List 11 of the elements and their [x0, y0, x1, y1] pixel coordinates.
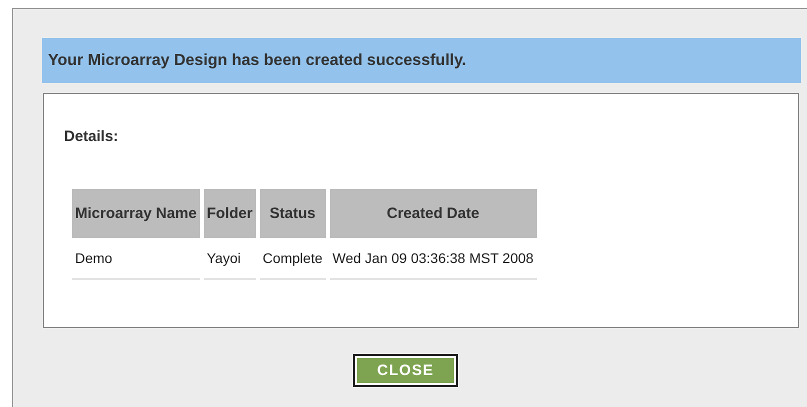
- column-header: Microarray Name: [72, 189, 200, 238]
- column-header: Created Date: [330, 189, 537, 238]
- table-cell: Wed Jan 09 03:36:38 MST 2008: [330, 238, 537, 280]
- details-heading: Details:: [64, 128, 120, 145]
- table-cell: Complete: [260, 238, 326, 280]
- close-button[interactable]: CLOSE: [355, 356, 456, 385]
- table-cell: Demo: [72, 238, 200, 280]
- column-header: Folder: [204, 189, 256, 238]
- column-header: Status: [260, 189, 326, 238]
- success-banner: Your Microarray Design has been created successfully.: [42, 38, 801, 83]
- table-cell: Yayoi: [204, 238, 256, 280]
